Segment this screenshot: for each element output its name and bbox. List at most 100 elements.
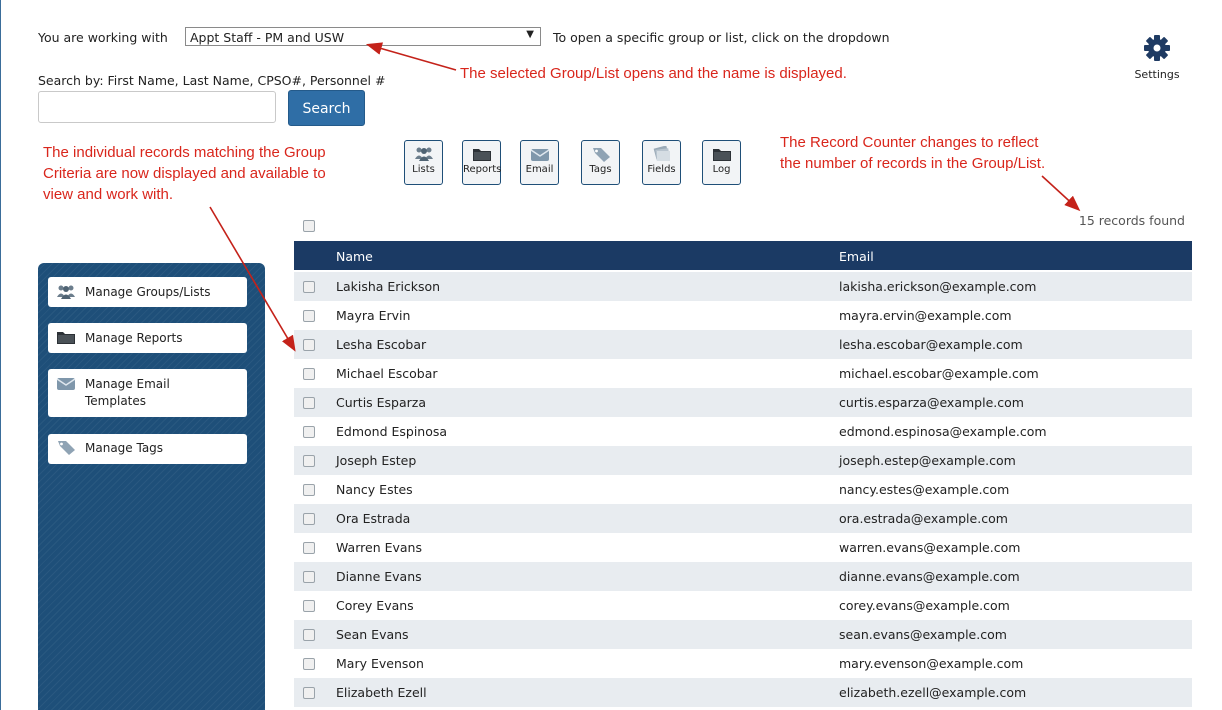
row-checkbox[interactable] bbox=[303, 455, 315, 467]
table-row[interactable]: Warren Evans warren.evans@example.com bbox=[294, 533, 1192, 562]
table-row[interactable]: Michael Escobar michael.escobar@example.c… bbox=[294, 359, 1192, 388]
row-name[interactable]: Warren Evans bbox=[336, 540, 422, 555]
manage-tags-button[interactable]: Manage Tags bbox=[48, 434, 247, 464]
arrow-to-counter bbox=[1041, 175, 1081, 212]
search-input[interactable] bbox=[38, 91, 276, 123]
table-row[interactable]: Lakisha Erickson lakisha.erickson@example… bbox=[294, 272, 1192, 301]
arrow-to-dropdown bbox=[365, 42, 457, 71]
row-email: lesha.escobar@example.com bbox=[839, 337, 1023, 352]
email-label: Email bbox=[525, 164, 554, 175]
row-checkbox[interactable] bbox=[303, 368, 315, 380]
row-name[interactable]: Edmond Espinosa bbox=[336, 424, 447, 439]
row-name[interactable]: Nancy Estes bbox=[336, 482, 413, 497]
row-checkbox[interactable] bbox=[303, 513, 315, 525]
settings-label: Settings bbox=[1134, 68, 1180, 81]
table-row[interactable]: Edmond Espinosa edmond.espinosa@example.c… bbox=[294, 417, 1192, 446]
row-checkbox[interactable] bbox=[303, 426, 315, 438]
folder-icon bbox=[712, 146, 732, 162]
record-counter: 15 records found bbox=[1078, 213, 1185, 228]
table-row[interactable]: Dianne Evans dianne.evans@example.com bbox=[294, 562, 1192, 591]
selected-group-value: Appt Staff - PM and USW bbox=[190, 30, 345, 45]
row-checkbox[interactable] bbox=[303, 629, 315, 641]
people-icon bbox=[414, 146, 434, 162]
table-row[interactable]: Mayra Ervin mayra.ervin@example.com bbox=[294, 301, 1192, 330]
row-checkbox[interactable] bbox=[303, 687, 315, 699]
row-name[interactable]: Mayra Ervin bbox=[336, 308, 410, 323]
table-row[interactable]: Nancy Estes nancy.estes@example.com bbox=[294, 475, 1192, 504]
dropdown-hint: To open a specific group or list, click … bbox=[553, 30, 890, 45]
row-name[interactable]: Joseph Estep bbox=[336, 453, 416, 468]
search-button[interactable]: Search bbox=[288, 90, 365, 126]
tag-icon bbox=[591, 146, 611, 162]
row-email: ora.estrada@example.com bbox=[839, 511, 1008, 526]
row-name[interactable]: Elizabeth Ezell bbox=[336, 685, 427, 700]
column-header-email[interactable]: Email bbox=[839, 249, 874, 264]
row-email: curtis.esparza@example.com bbox=[839, 395, 1024, 410]
row-checkbox[interactable] bbox=[303, 281, 315, 293]
row-email: dianne.evans@example.com bbox=[839, 569, 1020, 584]
table-row[interactable]: Joseph Estep joseph.estep@example.com bbox=[294, 446, 1192, 475]
row-name[interactable]: Mary Evenson bbox=[336, 656, 424, 671]
row-email: elizabeth.ezell@example.com bbox=[839, 685, 1027, 700]
folder-icon bbox=[54, 329, 78, 345]
manage-email-label-line1: Manage Email bbox=[85, 377, 170, 391]
tags-button[interactable]: Tags bbox=[581, 140, 620, 185]
lists-button[interactable]: Lists bbox=[404, 140, 443, 185]
manage-groups-label: Manage Groups/Lists bbox=[85, 285, 211, 299]
fields-label: Fields bbox=[647, 164, 676, 175]
table-row[interactable]: Lesha Escobar lesha.escobar@example.com bbox=[294, 330, 1192, 359]
row-checkbox[interactable] bbox=[303, 542, 315, 554]
row-name[interactable]: Ora Estrada bbox=[336, 511, 410, 526]
row-checkbox[interactable] bbox=[303, 397, 315, 409]
table-row[interactable]: Sean Evans sean.evans@example.com bbox=[294, 620, 1192, 649]
group-list-dropdown[interactable]: Appt Staff - PM and USW ▼ bbox=[185, 27, 541, 46]
reports-button[interactable]: Reports bbox=[462, 140, 501, 185]
row-email: mary.evenson@example.com bbox=[839, 656, 1024, 671]
manage-email-label-line2: Templates bbox=[85, 394, 147, 408]
fields-button[interactable]: Fields bbox=[642, 140, 681, 185]
manage-email-templates-button[interactable]: Manage Email Templates bbox=[48, 369, 247, 417]
row-name[interactable]: Curtis Esparza bbox=[336, 395, 426, 410]
row-name[interactable]: Lakisha Erickson bbox=[336, 279, 440, 294]
settings-button[interactable]: Settings bbox=[1129, 33, 1185, 85]
manage-tags-label: Manage Tags bbox=[85, 441, 164, 455]
log-label: Log bbox=[712, 164, 731, 175]
manage-reports-button[interactable]: Manage Reports bbox=[48, 323, 247, 353]
row-name[interactable]: Sean Evans bbox=[336, 627, 409, 642]
annotation-records: The individual records matching the Grou… bbox=[43, 142, 326, 205]
table-row[interactable]: Ora Estrada ora.estrada@example.com bbox=[294, 504, 1192, 533]
row-email: lakisha.erickson@example.com bbox=[839, 279, 1037, 294]
working-with-label: You are working with bbox=[38, 30, 168, 45]
row-name[interactable]: Lesha Escobar bbox=[336, 337, 426, 352]
row-checkbox[interactable] bbox=[303, 339, 315, 351]
dropdown-arrow-icon: ▼ bbox=[526, 29, 534, 40]
table-row[interactable]: Mary Evenson mary.evenson@example.com bbox=[294, 649, 1192, 678]
row-checkbox[interactable] bbox=[303, 600, 315, 612]
select-all-checkbox[interactable] bbox=[303, 220, 315, 232]
row-checkbox[interactable] bbox=[303, 571, 315, 583]
column-header-name[interactable]: Name bbox=[336, 249, 373, 264]
annotation-records-line2: Criteria are now displayed and available… bbox=[43, 165, 326, 182]
row-email: warren.evans@example.com bbox=[839, 540, 1021, 555]
envelope-icon bbox=[530, 146, 550, 162]
manage-groups-button[interactable]: Manage Groups/Lists bbox=[48, 277, 247, 307]
row-email: corey.evans@example.com bbox=[839, 598, 1010, 613]
log-button[interactable]: Log bbox=[702, 140, 741, 185]
row-checkbox[interactable] bbox=[303, 658, 315, 670]
row-name[interactable]: Michael Escobar bbox=[336, 366, 438, 381]
folder-icon bbox=[472, 146, 492, 162]
table-row[interactable]: Corey Evans corey.evans@example.com bbox=[294, 591, 1192, 620]
row-checkbox[interactable] bbox=[303, 484, 315, 496]
table-row[interactable]: Elizabeth Ezell elizabeth.ezell@example.c… bbox=[294, 678, 1192, 707]
tag-icon bbox=[54, 439, 78, 455]
row-name[interactable]: Dianne Evans bbox=[336, 569, 422, 584]
annotation-counter-line2: the number of records in the Group/List. bbox=[780, 155, 1046, 172]
reports-label: Reports bbox=[463, 164, 502, 175]
row-checkbox[interactable] bbox=[303, 310, 315, 322]
envelope-icon bbox=[54, 375, 78, 391]
table-row[interactable]: Curtis Esparza curtis.esparza@example.com bbox=[294, 388, 1192, 417]
row-name[interactable]: Corey Evans bbox=[336, 598, 414, 613]
row-email: mayra.ervin@example.com bbox=[839, 308, 1012, 323]
email-button[interactable]: Email bbox=[520, 140, 559, 185]
row-email: nancy.estes@example.com bbox=[839, 482, 1010, 497]
